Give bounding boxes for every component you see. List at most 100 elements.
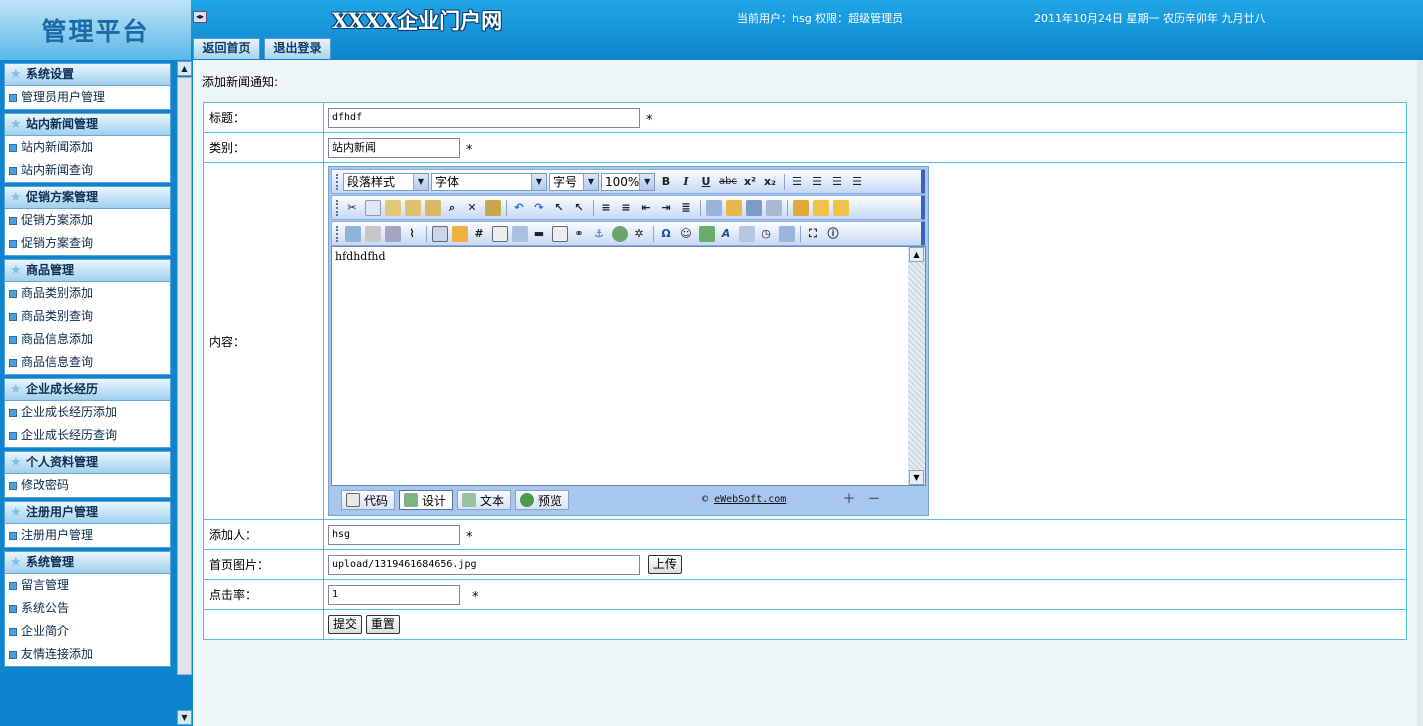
clicks-input[interactable]: 1: [328, 584, 460, 605]
art-text-icon[interactable]: A: [717, 225, 735, 243]
image-icon[interactable]: [345, 225, 361, 242]
sidebar-item[interactable]: 留言管理: [5, 574, 170, 597]
author-input[interactable]: hsg: [328, 524, 460, 545]
sidebar-item[interactable]: 友情连接添加: [5, 643, 170, 666]
strikethrough-button[interactable]: abc: [717, 173, 739, 191]
sidebar-item[interactable]: 商品类别添加: [5, 282, 170, 305]
paragraph-style-select[interactable]: 段落样式 ▼: [343, 172, 429, 191]
sidebar-item[interactable]: 管理员用户管理: [5, 86, 170, 109]
bold-button[interactable]: B: [657, 173, 675, 191]
ordered-list-icon[interactable]: ≡: [597, 199, 615, 217]
page-break-icon[interactable]: [779, 225, 795, 242]
horizontal-rule-icon[interactable]: ▬: [530, 225, 548, 243]
sidebar-item[interactable]: 商品信息查询: [5, 351, 170, 374]
scroll-down-icon[interactable]: ▼: [909, 470, 924, 485]
cut-icon[interactable]: ✂: [343, 199, 361, 217]
paste-word-icon[interactable]: [425, 199, 441, 216]
flash-icon[interactable]: [365, 225, 381, 242]
align-right-icon[interactable]: ☰: [828, 173, 846, 191]
marquee-icon[interactable]: [552, 225, 568, 242]
scroll-up-icon[interactable]: ▲: [909, 247, 924, 262]
attachment-icon[interactable]: ⌇: [403, 225, 421, 243]
sidebar-item[interactable]: 促销方案查询: [5, 232, 170, 255]
clean-format-icon[interactable]: [485, 199, 501, 216]
select-all-icon[interactable]: ↖: [550, 199, 568, 217]
align-justify-icon[interactable]: ☰: [848, 173, 866, 191]
sidebar-item[interactable]: 企业简介: [5, 620, 170, 643]
sidebar-item[interactable]: 注册用户管理: [5, 524, 170, 547]
fullscreen-icon[interactable]: ⛶: [804, 225, 822, 243]
font-select[interactable]: 字体 ▼: [431, 172, 547, 191]
sidebar-group-title[interactable]: ★ 个人资料管理: [5, 452, 170, 474]
unlink-icon[interactable]: ✲: [630, 225, 648, 243]
special-char-icon[interactable]: Ω: [657, 225, 675, 243]
form-icon[interactable]: [492, 225, 508, 242]
zoom-out-icon[interactable]: −: [867, 491, 881, 506]
style-icon[interactable]: [766, 199, 782, 216]
editor-content-text[interactable]: hfdhdfhd: [335, 250, 386, 263]
media-icon[interactable]: [385, 225, 401, 242]
mode-design-button[interactable]: 设计: [399, 490, 454, 510]
align-center-icon[interactable]: ☰: [808, 173, 826, 191]
sidebar-group-title[interactable]: ★ 注册用户管理: [5, 502, 170, 524]
logout-button[interactable]: 退出登录: [264, 38, 331, 59]
outdent-icon[interactable]: ⇤: [637, 199, 655, 217]
sidebar-item[interactable]: 系统公告: [5, 597, 170, 620]
font-color-icon[interactable]: [746, 199, 762, 216]
absolute-position-icon[interactable]: [793, 199, 809, 216]
sidebar-group-title[interactable]: ★ 站内新闻管理: [5, 114, 170, 136]
image-path-input[interactable]: upload/1319461684656.jpg: [328, 554, 640, 575]
scroll-thumb[interactable]: [177, 77, 192, 675]
paragraph-icon[interactable]: ≣: [677, 199, 695, 217]
sidebar-item[interactable]: 修改密码: [5, 474, 170, 497]
emoticon-icon[interactable]: ☺: [677, 225, 695, 243]
scroll-down-icon[interactable]: ▼: [177, 710, 192, 725]
paste-icon[interactable]: [385, 199, 401, 216]
superscript-button[interactable]: x²: [741, 173, 759, 191]
indent-icon[interactable]: ⇥: [657, 199, 675, 217]
mode-text-button[interactable]: 文本: [457, 490, 512, 510]
sidebar-item[interactable]: 站内新闻添加: [5, 136, 170, 159]
italic-button[interactable]: I: [677, 173, 695, 191]
date-icon[interactable]: [739, 225, 755, 242]
title-input[interactable]: dfhdf: [328, 107, 640, 128]
grid-icon[interactable]: #: [470, 225, 488, 243]
copy-icon[interactable]: [365, 199, 381, 216]
sidebar-group-title[interactable]: ★ 促销方案管理: [5, 187, 170, 209]
underline-button[interactable]: U: [697, 173, 715, 191]
scroll-up-icon[interactable]: ▲: [177, 61, 192, 76]
sidebar-group-title[interactable]: ★ 系统设置: [5, 64, 170, 86]
sidebar-item[interactable]: 企业成长经历查询: [5, 424, 170, 447]
home-button[interactable]: 返回首页: [193, 38, 260, 59]
zoom-select[interactable]: 100% ▼: [601, 172, 655, 191]
sidebar-scrollbar[interactable]: ▲ ▼: [175, 60, 193, 726]
sidebar-group-title[interactable]: ★ 企业成长经历: [5, 379, 170, 401]
iframe-icon[interactable]: [512, 225, 528, 242]
collapse-sidebar-button[interactable]: ◂▸: [193, 11, 207, 23]
hyperlink-icon[interactable]: [612, 225, 628, 242]
category-input[interactable]: 站内新闻: [328, 137, 460, 158]
upload-button[interactable]: 上传: [647, 555, 682, 574]
table-props-icon[interactable]: [452, 225, 468, 242]
delete-icon[interactable]: ✕: [463, 199, 481, 217]
anchor-icon[interactable]: ⚓: [590, 225, 608, 243]
about-icon[interactable]: ⓘ: [824, 225, 842, 243]
align-left-icon[interactable]: ☰: [788, 173, 806, 191]
submit-button[interactable]: 提交: [328, 615, 363, 634]
undo-icon[interactable]: ↶: [510, 199, 528, 217]
copyright-link[interactable]: eWebSoft.com: [714, 494, 786, 505]
font-size-select[interactable]: 字号 ▼: [549, 172, 599, 191]
editor-content-area[interactable]: hfdhdfhd ▲ ▼: [331, 246, 926, 486]
mode-code-button[interactable]: 代码: [341, 490, 396, 510]
subscript-button[interactable]: x₂: [761, 173, 779, 191]
reset-button[interactable]: 重置: [365, 615, 400, 634]
mode-preview-button[interactable]: 预览: [515, 490, 570, 510]
time-icon[interactable]: ◷: [757, 225, 775, 243]
sidebar-group-title[interactable]: ★ 商品管理: [5, 260, 170, 282]
sidebar-group-title[interactable]: ★ 系统管理: [5, 552, 170, 574]
redo-icon[interactable]: ↷: [530, 199, 548, 217]
sidebar-item[interactable]: 企业成长经历添加: [5, 401, 170, 424]
table-icon[interactable]: [432, 225, 448, 242]
unselect-icon[interactable]: ↖: [570, 199, 588, 217]
unordered-list-icon[interactable]: ≡: [617, 199, 635, 217]
